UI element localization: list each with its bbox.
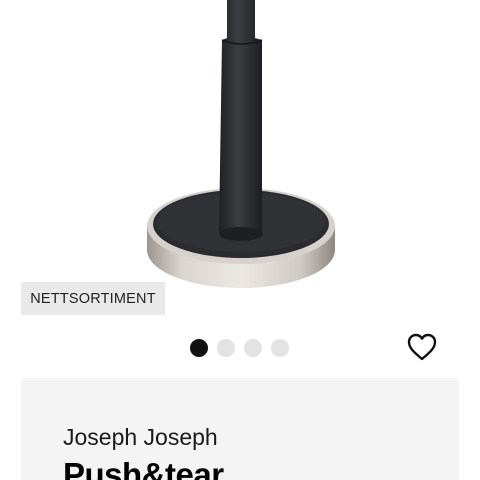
carousel-dot-1[interactable] bbox=[190, 339, 208, 357]
carousel-dot-3[interactable] bbox=[244, 339, 262, 357]
product-brand[interactable]: Joseph Joseph bbox=[63, 424, 218, 451]
badge-label: NETTSORTIMENT bbox=[30, 290, 156, 307]
image-carousel-indicator bbox=[190, 339, 289, 357]
carousel-dot-2[interactable] bbox=[217, 339, 235, 357]
product-name: Push&tear bbox=[63, 456, 224, 480]
carousel-dot-4[interactable] bbox=[271, 339, 289, 357]
heart-outline-icon bbox=[407, 333, 437, 361]
favorite-button[interactable] bbox=[405, 330, 439, 364]
nettsortiment-badge: NETTSORTIMENT bbox=[21, 282, 165, 315]
paper-towel-holder-image bbox=[147, 0, 335, 288]
product-image[interactable] bbox=[0, 0, 480, 300]
product-info-panel: Joseph Joseph Push&tear bbox=[21, 378, 459, 480]
